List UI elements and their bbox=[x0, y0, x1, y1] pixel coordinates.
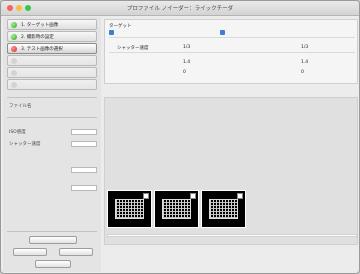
test-chart-image bbox=[209, 199, 238, 219]
window-title: プロファイル ノイーダー：ライックチーダ bbox=[126, 6, 234, 12]
field-4[interactable] bbox=[71, 185, 97, 191]
divider bbox=[7, 117, 97, 118]
step-list: 1. ターゲット画像 2. 撮影時の設定 3. テスト画像の選択 bbox=[7, 19, 97, 91]
file-section-label: ファイル名 bbox=[9, 104, 32, 109]
step-item-disabled bbox=[7, 67, 97, 78]
summary-box: ターゲット シャッター速度 1/3 1/3 1.4 1.4 0 0 bbox=[104, 19, 358, 84]
step-item[interactable]: 1. ターゲット画像 bbox=[7, 19, 97, 30]
cancel-button[interactable] bbox=[35, 260, 71, 268]
right-button[interactable] bbox=[59, 248, 93, 256]
status-gray-icon bbox=[11, 69, 17, 76]
status-gray-icon bbox=[11, 81, 17, 88]
step-label: 2. 撮影時の設定 bbox=[21, 34, 54, 40]
shutter-label: シャッター速度 bbox=[9, 142, 41, 147]
title-bar: プロファイル ノイーダー：ライックチーダ bbox=[1, 1, 359, 16]
image-viewer[interactable] bbox=[104, 97, 358, 245]
row-label: シャッター速度 bbox=[117, 46, 149, 51]
app-window: プロファイル ノイーダー：ライックチーダ 1. ターゲット画像 2. 撮影時の設… bbox=[0, 0, 360, 274]
sidebar: 1. ターゲット画像 2. 撮影時の設定 3. テスト画像の選択 ファイル名 I… bbox=[3, 17, 101, 272]
step-label: 3. テスト画像の選択 bbox=[21, 46, 63, 52]
status-gray-icon bbox=[11, 57, 17, 64]
iso-field[interactable] bbox=[71, 129, 97, 135]
target-header-label: ターゲット bbox=[109, 24, 132, 29]
step-item-disabled bbox=[7, 79, 97, 90]
row-value: 1.4 bbox=[183, 60, 191, 65]
camera-icon bbox=[109, 30, 114, 35]
main-button[interactable] bbox=[29, 236, 77, 244]
shutter-field[interactable] bbox=[71, 141, 97, 147]
divider bbox=[109, 37, 355, 38]
row-value: 1.4 bbox=[301, 60, 309, 65]
status-green-icon bbox=[11, 33, 17, 40]
step-item-active[interactable]: 3. テスト画像の選択 bbox=[7, 43, 97, 54]
test-chart-image bbox=[115, 199, 144, 219]
row-value: 0 bbox=[301, 70, 304, 75]
divider bbox=[7, 97, 97, 98]
image-thumbnail[interactable] bbox=[107, 190, 152, 228]
row-value: 0 bbox=[183, 70, 186, 75]
row-value: 1/3 bbox=[301, 45, 309, 50]
left-button[interactable] bbox=[13, 248, 47, 256]
step-label: 1. ターゲット画像 bbox=[21, 22, 59, 28]
status-green-icon bbox=[11, 21, 17, 28]
image-thumbnail[interactable] bbox=[201, 190, 246, 228]
status-red-icon bbox=[11, 45, 17, 52]
main-panel: ターゲット シャッター速度 1/3 1/3 1.4 1.4 0 0 bbox=[104, 17, 358, 272]
test-chart-image bbox=[162, 199, 191, 219]
divider bbox=[109, 52, 355, 53]
step-item[interactable]: 2. 撮影時の設定 bbox=[7, 31, 97, 42]
camera-icon bbox=[220, 30, 225, 35]
divider bbox=[7, 231, 97, 232]
field-3[interactable] bbox=[71, 167, 97, 173]
horizontal-scrollbar[interactable] bbox=[107, 234, 357, 237]
step-item-disabled bbox=[7, 55, 97, 66]
iso-label: ISO感度 bbox=[9, 130, 26, 135]
image-thumbnail[interactable] bbox=[154, 190, 199, 228]
row-value: 1/3 bbox=[183, 45, 191, 50]
